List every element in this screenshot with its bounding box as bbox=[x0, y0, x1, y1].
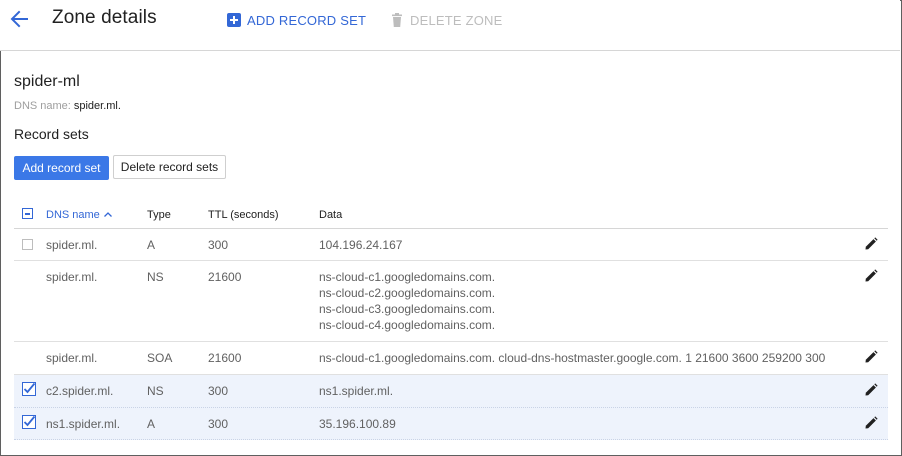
table-row[interactable]: spider.ml. SOA 21600 ns-cloud-c1.googledoma… bbox=[14, 342, 888, 375]
pencil-icon bbox=[865, 237, 878, 250]
dns-name-value: spider.ml. bbox=[73, 100, 121, 112]
row-checkbox[interactable] bbox=[22, 382, 36, 400]
edit-button[interactable] bbox=[864, 383, 878, 401]
dns-name-line: DNS name: spider.ml. bbox=[14, 100, 121, 112]
edit-button[interactable] bbox=[864, 416, 878, 434]
column-header-dns-name-label: DNS name bbox=[46, 209, 100, 221]
add-record-set-label: ADD RECORD SET bbox=[247, 12, 367, 28]
delete-record-sets-button[interactable]: Delete record sets bbox=[113, 155, 226, 179]
row-type: NS bbox=[147, 270, 164, 284]
indeterminate-checkbox-icon bbox=[22, 208, 33, 219]
row-ttl: 300 bbox=[208, 384, 229, 398]
column-header-type[interactable]: Type bbox=[147, 209, 171, 221]
row-data: ns1.spider.ml. bbox=[319, 383, 393, 399]
row-dns-name: spider.ml. bbox=[46, 351, 98, 365]
table-row[interactable]: c2.spider.ml. NS 300 ns1.spider.ml. bbox=[14, 375, 888, 408]
row-ttl: 21600 bbox=[208, 351, 242, 365]
checkbox-unchecked-icon bbox=[22, 239, 33, 250]
add-record-set-toolbar-button[interactable]: ADD RECORD SET bbox=[227, 11, 366, 29]
pencil-icon bbox=[865, 269, 878, 282]
edit-button[interactable] bbox=[864, 237, 878, 255]
row-ttl: 21600 bbox=[208, 270, 242, 284]
row-data-line: ns-cloud-c4.googledomains.com. bbox=[319, 318, 496, 332]
pencil-icon bbox=[865, 350, 878, 363]
row-type: A bbox=[147, 238, 156, 252]
row-data-line: 35.196.100.89 bbox=[319, 417, 396, 431]
column-header-ttl[interactable]: TTL (seconds) bbox=[208, 209, 279, 221]
row-type: SOA bbox=[147, 351, 173, 365]
row-data: ns-cloud-c1.googledomains.com. ns-cloud-c… bbox=[319, 269, 495, 333]
table-header: DNS name Type TTL (seconds) Data bbox=[14, 200, 888, 229]
row-checkbox[interactable] bbox=[22, 238, 33, 254]
row-data: 35.196.100.89 bbox=[319, 416, 396, 432]
row-dns-name: spider.ml. bbox=[46, 270, 98, 284]
delete-zone-toolbar-button[interactable]: DELETE ZONE bbox=[390, 11, 503, 29]
row-ttl: 300 bbox=[208, 238, 229, 252]
trash-icon bbox=[390, 13, 404, 27]
page-title: Zone details bbox=[52, 7, 157, 28]
table-row[interactable]: spider.ml. NS 21600 ns-cloud-c1.googledomai… bbox=[14, 261, 888, 342]
row-data-line: 104.196.24.167 bbox=[319, 238, 403, 252]
row-dns-name: c2.spider.ml. bbox=[46, 384, 114, 398]
record-sets-title: Record sets bbox=[14, 126, 89, 142]
zone-name: spider-ml bbox=[14, 73, 80, 90]
dns-name-label: DNS name: bbox=[14, 100, 71, 112]
row-data-line: ns1.spider.ml. bbox=[319, 384, 394, 398]
row-data-line: ns-cloud-c2.googledomains.com. bbox=[319, 286, 496, 300]
row-data-line: ns-cloud-c3.googledomains.com. bbox=[319, 302, 496, 316]
row-dns-name: spider.ml. bbox=[46, 238, 98, 252]
row-data-line: ns-cloud-c1.googledomains.com. bbox=[319, 270, 496, 284]
row-data: ns-cloud-c1.googledomains.com. cloud-dns… bbox=[319, 350, 825, 366]
column-header-dns-name[interactable]: DNS name bbox=[46, 209, 113, 221]
table-row[interactable]: ns1.spider.ml. A 300 35.196.100.89 bbox=[14, 408, 888, 440]
arrow-up-icon bbox=[103, 212, 112, 217]
row-type: A bbox=[147, 417, 156, 431]
checkbox-checked-icon bbox=[22, 382, 36, 396]
edit-button[interactable] bbox=[864, 350, 878, 368]
row-ttl: 300 bbox=[208, 417, 229, 431]
column-header-data[interactable]: Data bbox=[319, 209, 342, 221]
pencil-icon bbox=[865, 383, 878, 396]
checkbox-checked-icon bbox=[22, 415, 36, 429]
row-checkbox[interactable] bbox=[22, 415, 36, 433]
back-arrow-icon[interactable] bbox=[8, 8, 30, 30]
edit-button[interactable] bbox=[864, 269, 878, 287]
row-dns-name: ns1.spider.ml. bbox=[46, 417, 121, 431]
add-box-icon bbox=[227, 13, 241, 27]
select-all-checkbox[interactable] bbox=[22, 208, 33, 222]
row-type: NS bbox=[147, 384, 164, 398]
add-record-set-button[interactable]: Add record set bbox=[14, 156, 109, 180]
table-row[interactable]: spider.ml. A 300 104.196.24.167 bbox=[14, 229, 888, 261]
top-bar: Zone details ADD RECORD SET DELETE ZONE bbox=[0, 0, 900, 51]
record-sets-table: DNS name Type TTL (seconds) Data spider.… bbox=[14, 200, 888, 440]
row-data-line: ns-cloud-c1.googledomains.com. cloud-dns… bbox=[319, 351, 826, 365]
row-data: 104.196.24.167 bbox=[319, 237, 402, 253]
table-body: spider.ml. A 300 104.196.24.167 spider.ml. NS… bbox=[14, 229, 888, 440]
delete-zone-label: DELETE ZONE bbox=[410, 12, 503, 28]
pencil-icon bbox=[865, 416, 878, 429]
